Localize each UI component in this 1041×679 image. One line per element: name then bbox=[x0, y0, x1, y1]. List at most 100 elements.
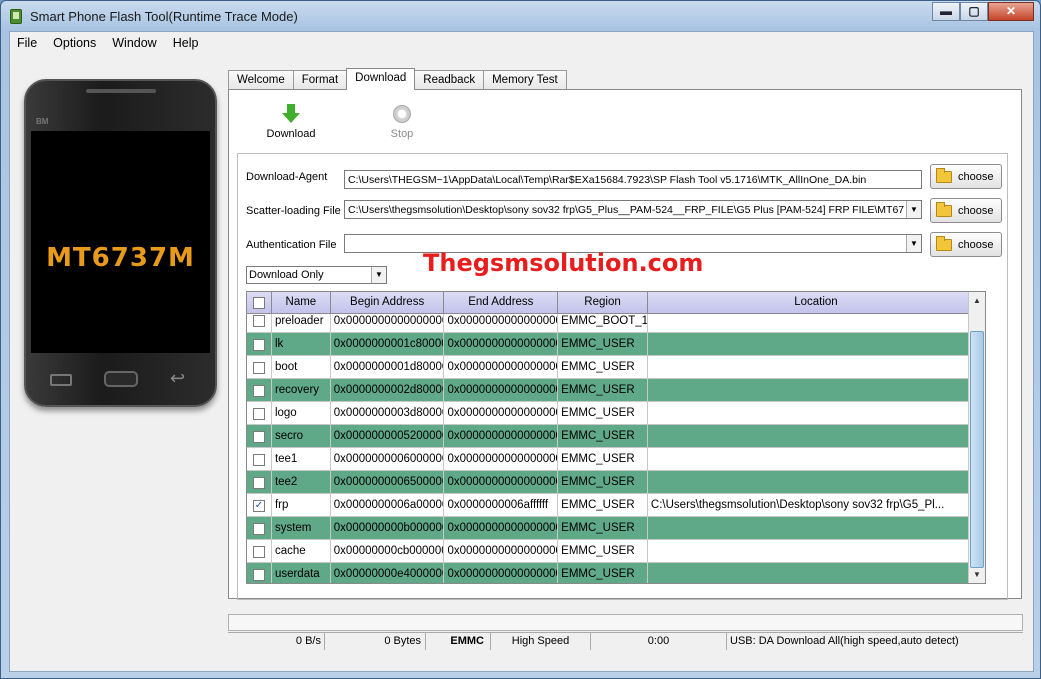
cell-name: recovery bbox=[272, 379, 331, 401]
stop-button[interactable]: Stop bbox=[372, 104, 432, 140]
cell-begin-address: 0x0000000000000000 bbox=[331, 314, 445, 332]
row-checkbox[interactable] bbox=[253, 362, 265, 374]
cell-name: preloader bbox=[272, 314, 331, 332]
menu-bar: File Options Window Help bbox=[10, 32, 1033, 54]
window-controls: ▬ ▢ ✕ bbox=[932, 2, 1034, 21]
column-header-name[interactable]: Name bbox=[272, 292, 331, 313]
column-header-region[interactable]: Region bbox=[558, 292, 648, 313]
tab-memory-test[interactable]: Memory Test bbox=[483, 70, 567, 90]
row-checkbox-cell bbox=[247, 540, 272, 562]
minimize-button[interactable]: ▬ bbox=[932, 2, 960, 21]
chevron-down-icon[interactable]: ▼ bbox=[371, 267, 386, 283]
column-header-location[interactable]: Location bbox=[648, 292, 985, 313]
tab-welcome[interactable]: Welcome bbox=[228, 70, 294, 90]
cell-end-address: 0x0000000000000000 bbox=[444, 517, 559, 539]
table-row[interactable]: secro 0x0000000005200000 0x000000000000000… bbox=[247, 425, 985, 448]
column-header-end[interactable]: End Address bbox=[444, 292, 559, 313]
menu-options[interactable]: Options bbox=[53, 32, 104, 54]
phone-screen: MT6737M bbox=[31, 131, 210, 353]
row-checkbox[interactable] bbox=[253, 408, 265, 420]
scatter-label: Scatter-loading File bbox=[246, 205, 341, 217]
download-mode-select[interactable]: Download Only ▼ bbox=[246, 266, 387, 284]
cell-region: EMMC_USER bbox=[558, 563, 648, 583]
table-row[interactable]: boot 0x0000000001d80000 0x0000000000000000… bbox=[247, 356, 985, 379]
table-row[interactable]: logo 0x0000000003d80000 0x0000000000000000… bbox=[247, 402, 985, 425]
table-row[interactable]: cache 0x00000000cb000000 0x000000000000000… bbox=[247, 540, 985, 563]
row-checkbox[interactable] bbox=[253, 385, 265, 397]
table-row[interactable]: ✓ frp 0x0000000006a00000 0x0000000006afffff… bbox=[247, 494, 985, 517]
cell-location bbox=[648, 540, 985, 562]
table-row[interactable]: system 0x000000000b000000 0x00000000000000… bbox=[247, 517, 985, 540]
cell-end-address: 0x0000000000000000 bbox=[444, 425, 559, 447]
row-checkbox-cell bbox=[247, 563, 272, 583]
title-bar[interactable]: Smart Phone Flash Tool(Runtime Trace Mod… bbox=[1, 1, 1040, 31]
cell-region: EMMC_USER bbox=[558, 494, 648, 516]
choose-auth-button[interactable]: choose bbox=[930, 232, 1002, 257]
cell-location bbox=[648, 379, 985, 401]
cell-begin-address: 0x0000000005200000 bbox=[331, 425, 445, 447]
cell-region: EMMC_USER bbox=[558, 448, 648, 470]
menu-help[interactable]: Help bbox=[173, 32, 207, 54]
row-checkbox[interactable]: ✓ bbox=[253, 500, 265, 512]
tab-format[interactable]: Format bbox=[292, 70, 348, 90]
column-header-begin[interactable]: Begin Address bbox=[331, 292, 445, 313]
cell-end-address: 0x0000000000000000 bbox=[444, 540, 559, 562]
tab-readback[interactable]: Readback bbox=[414, 70, 485, 90]
scroll-up-icon[interactable]: ▲ bbox=[969, 292, 985, 309]
cell-location bbox=[648, 517, 985, 539]
cell-region: EMMC_USER bbox=[558, 425, 648, 447]
download-agent-field[interactable]: C:\Users\THEGSM~1\AppData\Local\Temp\Rar… bbox=[344, 170, 922, 189]
scroll-thumb[interactable] bbox=[970, 331, 984, 568]
row-checkbox[interactable] bbox=[253, 454, 265, 466]
table-row[interactable]: userdata 0x00000000e4000000 0x000000000000… bbox=[247, 563, 985, 583]
row-checkbox-cell bbox=[247, 425, 272, 447]
status-bar: 0 B/s 0 Bytes EMMC High Speed 0:00 USB: … bbox=[228, 632, 1023, 650]
table-row[interactable]: lk 0x0000000001c80000 0x0000000000000000 EM… bbox=[247, 333, 985, 356]
row-checkbox[interactable] bbox=[253, 477, 265, 489]
row-checkbox[interactable] bbox=[253, 523, 265, 535]
cell-location bbox=[648, 425, 985, 447]
row-checkbox-cell bbox=[247, 448, 272, 470]
cell-location bbox=[648, 402, 985, 424]
menu-window[interactable]: Window bbox=[112, 32, 164, 54]
download-button[interactable]: Download bbox=[261, 104, 321, 140]
table-row[interactable]: tee2 0x0000000006500000 0x0000000000000000… bbox=[247, 471, 985, 494]
chevron-down-icon[interactable]: ▼ bbox=[906, 201, 921, 218]
choose-agent-button[interactable]: choose bbox=[930, 164, 1002, 189]
scatter-file-select[interactable]: C:\Users\thegsmsolution\Desktop\sony sov… bbox=[344, 200, 922, 219]
choose-scatter-label: choose bbox=[958, 204, 994, 217]
choose-scatter-button[interactable]: choose bbox=[930, 198, 1002, 223]
select-all-checkbox[interactable] bbox=[253, 297, 265, 309]
row-checkbox[interactable] bbox=[253, 569, 265, 581]
row-checkbox[interactable] bbox=[253, 315, 265, 327]
cell-begin-address: 0x0000000003d80000 bbox=[331, 402, 445, 424]
table-row[interactable]: tee1 0x0000000006000000 0x0000000000000000… bbox=[247, 448, 985, 471]
menu-file[interactable]: File bbox=[17, 32, 45, 54]
row-checkbox-cell: ✓ bbox=[247, 494, 272, 516]
row-checkbox[interactable] bbox=[253, 339, 265, 351]
maximize-button[interactable]: ▢ bbox=[960, 2, 988, 21]
table-scrollbar[interactable]: ▲ ▼ bbox=[968, 292, 985, 583]
row-checkbox[interactable] bbox=[253, 431, 265, 443]
cell-begin-address: 0x0000000006500000 bbox=[331, 471, 445, 493]
chevron-down-icon[interactable]: ▼ bbox=[906, 235, 921, 252]
table-body: preloader 0x0000000000000000 0x00000000000… bbox=[247, 314, 985, 583]
cell-end-address: 0x0000000000000000 bbox=[444, 471, 559, 493]
cell-name: boot bbox=[272, 356, 331, 378]
cell-name: logo bbox=[272, 402, 331, 424]
row-checkbox-cell bbox=[247, 402, 272, 424]
status-speed: 0 B/s bbox=[228, 633, 325, 650]
status-time: 0:00 bbox=[591, 633, 727, 650]
download-panel: Download Stop Download-Agent C:\Users\TH… bbox=[228, 89, 1022, 600]
cell-region: EMMC_BOOT_1 bbox=[558, 314, 648, 332]
scroll-down-icon[interactable]: ▼ bbox=[969, 566, 985, 583]
table-row[interactable]: preloader 0x0000000000000000 0x00000000000… bbox=[247, 314, 985, 333]
table-header: Name Begin Address End Address Region Lo… bbox=[247, 292, 985, 314]
close-button[interactable]: ✕ bbox=[988, 2, 1034, 21]
table-row[interactable]: recovery 0x0000000002d80000 0x000000000000… bbox=[247, 379, 985, 402]
menu-key-icon bbox=[50, 374, 72, 386]
partition-table: Name Begin Address End Address Region Lo… bbox=[246, 291, 986, 584]
row-checkbox[interactable] bbox=[253, 546, 265, 558]
tab-download[interactable]: Download bbox=[346, 68, 416, 90]
download-arrow-icon bbox=[287, 104, 295, 113]
